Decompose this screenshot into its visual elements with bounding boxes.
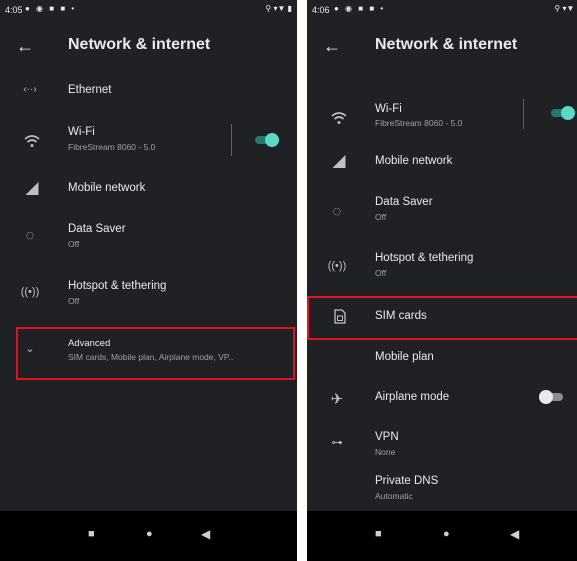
hotspot-icon: ((•)) [327, 260, 347, 272]
status-time: 4:06 [312, 5, 330, 15]
phone-screen-left: 4:05 ● ◉ ■ ■ • ⚲ ▾▼ ▮ ← Network & intern… [0, 0, 297, 561]
hotspot-subtitle: Off [68, 296, 80, 306]
wifi-icon [24, 135, 40, 147]
wifi-subtitle: FibreStream 8060 - 5.0 [375, 118, 463, 128]
wifi-title: Wi-Fi [375, 103, 402, 115]
notification-icons: ● ◉ ■ ■ • [334, 4, 386, 13]
private-dns-title: Private DNS [375, 475, 439, 487]
data-saver-title: Data Saver [68, 223, 126, 235]
wifi-toggle-thumb [561, 106, 575, 120]
airplane-mode-toggle[interactable] [539, 390, 565, 404]
highlight-box-sim-cards [307, 296, 577, 340]
page-title: Network & internet [68, 36, 211, 53]
wifi-item[interactable]: Wi-Fi FibreStream 8060 - 5.0 [307, 96, 577, 144]
status-bar: 4:05 ● ◉ ■ ■ • ⚲ ▾▼ ▮ [0, 0, 297, 20]
mobile-network-title: Mobile network [375, 155, 453, 167]
data-saver-subtitle: Off [68, 239, 80, 249]
data-saver-icon: ◌ [25, 227, 35, 244]
mobile-network-item[interactable]: Mobile network [0, 172, 297, 206]
navigation-bar: ■ ● ◀ [307, 511, 577, 561]
back-arrow-icon[interactable]: ← [16, 35, 34, 57]
app-bar: ← Network & internet [0, 20, 297, 76]
system-status-icons: ⚲ ▾▼ ▮ [554, 4, 577, 13]
wifi-divider [231, 124, 232, 156]
ethernet-title: Ethernet [68, 84, 112, 96]
vpn-item[interactable]: ⊶ VPN None [307, 424, 577, 468]
status-bar: 4:06 ● ◉ ■ ■ • ⚲ ▾▼ ▮ [307, 0, 577, 20]
airplane-icon: ✈ [330, 391, 344, 408]
wifi-toggle[interactable] [253, 133, 279, 147]
wifi-toggle-thumb [265, 133, 279, 147]
wifi-divider [523, 99, 524, 129]
data-saver-icon: ◌ [332, 203, 342, 220]
private-dns-item[interactable]: Private DNS Automatic [307, 472, 577, 512]
vpn-subtitle: None [375, 447, 396, 457]
data-saver-item[interactable]: ◌ Data Saver Off [0, 214, 297, 260]
wifi-icon [331, 112, 347, 124]
hotspot-subtitle: Off [375, 268, 387, 278]
app-bar: ← Network & internet [307, 20, 577, 76]
page-title: Network & internet [375, 36, 518, 53]
ethernet-item[interactable]: ‹··› Ethernet [0, 76, 297, 106]
status-time: 4:05 [5, 5, 23, 15]
home-button-icon[interactable]: ● [146, 527, 153, 541]
vpn-title: VPN [375, 431, 399, 443]
recents-button-icon[interactable]: ■ [375, 527, 382, 541]
back-button-icon[interactable]: ◀ [510, 527, 519, 541]
navigation-bar: ■ ● ◀ [0, 511, 297, 561]
data-saver-title: Data Saver [375, 196, 433, 208]
airplane-toggle-thumb [539, 390, 553, 404]
airplane-mode-title: Airplane mode [375, 391, 450, 403]
recents-button-icon[interactable]: ■ [88, 527, 95, 541]
system-status-icons: ⚲ ▾▼ ▮ [265, 4, 292, 13]
wifi-title: Wi-Fi [68, 126, 95, 138]
phone-screen-right: 4:06 ● ◉ ■ ■ • ⚲ ▾▼ ▮ ← Network & intern… [307, 0, 577, 561]
wifi-subtitle: FibreStream 8060 - 5.0 [68, 142, 156, 152]
vpn-key-icon: ⊶ [331, 437, 343, 449]
wifi-toggle[interactable] [549, 106, 575, 120]
hotspot-title: Hotspot & tethering [375, 252, 474, 264]
hotspot-icon: ((•)) [20, 286, 40, 298]
ethernet-icon: ‹··› [23, 84, 37, 95]
data-saver-subtitle: Off [375, 212, 387, 222]
data-saver-item[interactable]: ◌ Data Saver Off [307, 190, 577, 234]
hotspot-item[interactable]: ((•)) Hotspot & tethering Off [307, 246, 577, 294]
home-button-icon[interactable]: ● [443, 527, 450, 541]
back-arrow-icon[interactable]: ← [323, 35, 341, 57]
hotspot-item[interactable]: ((•)) Hotspot & tethering Off [0, 270, 297, 318]
airplane-mode-item[interactable]: ✈ Airplane mode [307, 384, 577, 414]
notification-icons: ● ◉ ■ ■ • [25, 4, 77, 13]
highlight-box-advanced [16, 327, 295, 380]
signal-icon [332, 155, 346, 168]
mobile-plan-item[interactable]: Mobile plan [307, 344, 577, 374]
mobile-network-title: Mobile network [68, 182, 146, 194]
private-dns-subtitle: Automatic [375, 491, 413, 501]
hotspot-title: Hotspot & tethering [68, 280, 167, 292]
signal-icon [25, 182, 39, 195]
back-button-icon[interactable]: ◀ [201, 527, 210, 541]
mobile-plan-title: Mobile plan [375, 351, 434, 363]
mobile-network-item[interactable]: Mobile network [307, 146, 577, 178]
